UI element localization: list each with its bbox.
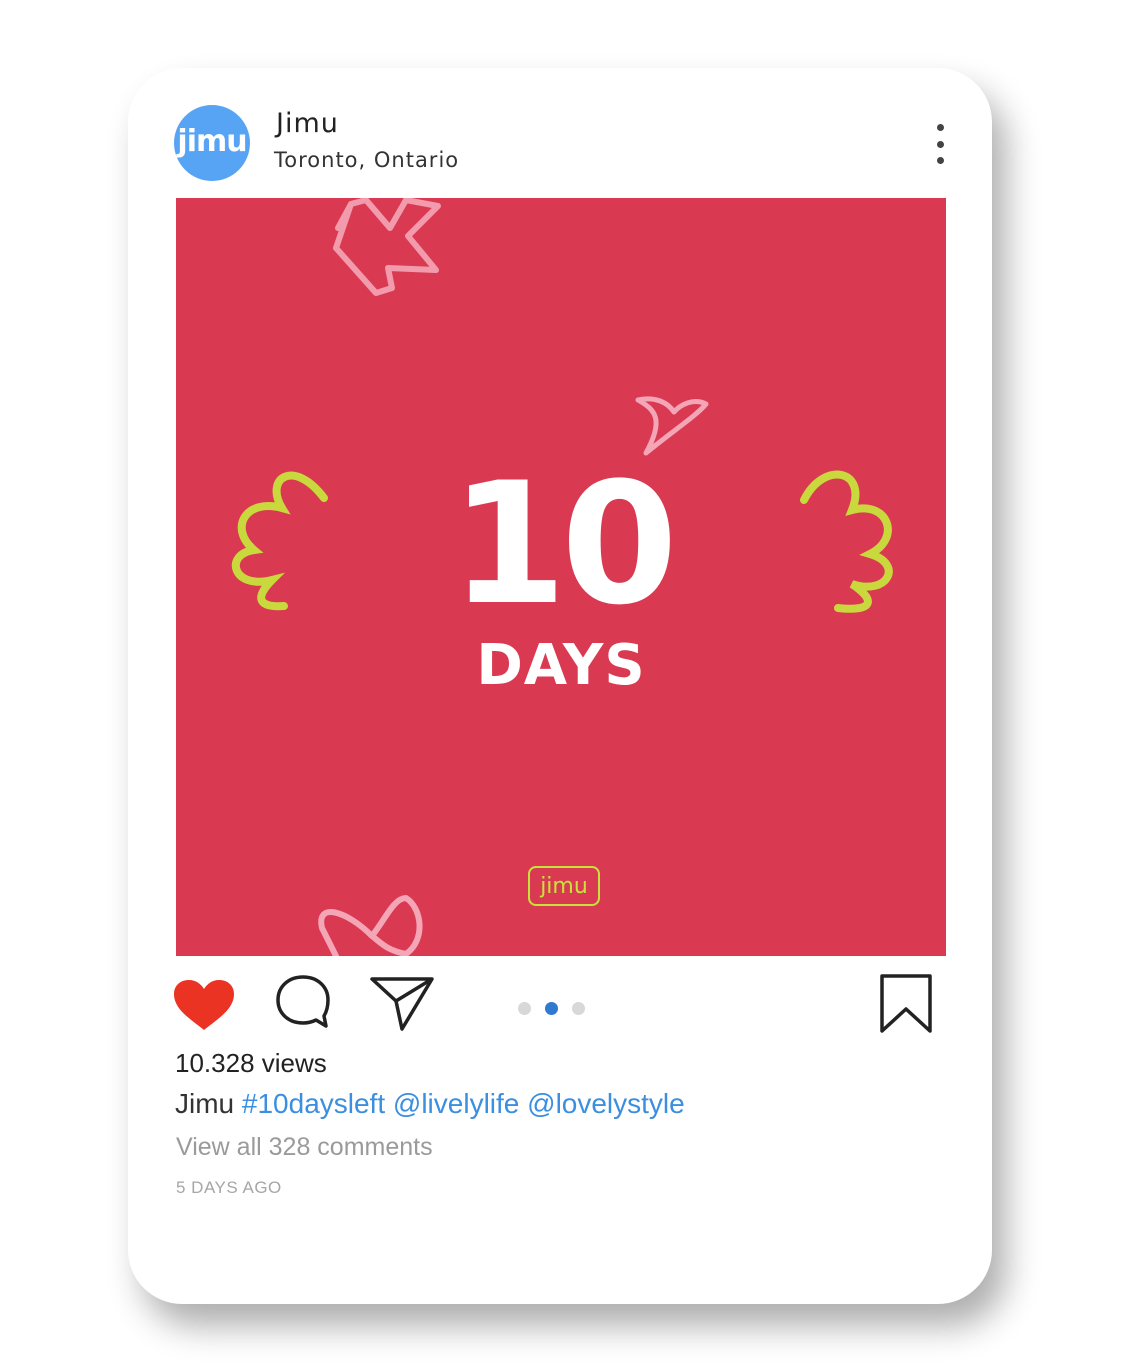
- carousel-dot-active[interactable]: [545, 1002, 558, 1015]
- arrow-doodle-top: [333, 198, 441, 296]
- post-caption: Jimu #10daysleft @livelylife @lovelystyl…: [175, 1088, 685, 1120]
- view-count: 10.328 views: [175, 1048, 327, 1078]
- brand-logo: jimu: [528, 866, 600, 906]
- heart-icon[interactable]: [172, 978, 236, 1032]
- post-username[interactable]: Jimu: [276, 108, 339, 139]
- more-dot: [936, 157, 944, 164]
- post-image[interactable]: 10 DAYS jimu: [176, 198, 946, 956]
- bow-doodle-bottom: [318, 895, 423, 956]
- caption-author[interactable]: Jimu: [175, 1088, 234, 1119]
- more-vertical-icon[interactable]: [930, 124, 950, 164]
- comment-bubble-icon[interactable]: [274, 973, 332, 1031]
- heart-doodle: [635, 396, 709, 456]
- countdown-number: 10: [450, 446, 678, 642]
- post-card: jimu Jimu Toronto, Ontario 10 DAYS jimu: [128, 68, 992, 1304]
- avatar[interactable]: jimu: [174, 105, 250, 181]
- bookmark-icon[interactable]: [878, 973, 934, 1035]
- post-timestamp: 5 DAYS AGO: [176, 1178, 282, 1197]
- carousel-dot[interactable]: [518, 1002, 531, 1015]
- countdown-unit: DAYS: [476, 633, 646, 698]
- more-dot: [936, 140, 944, 148]
- mention-link[interactable]: @lovelystyle: [527, 1088, 685, 1119]
- more-dot: [936, 124, 944, 131]
- post-location[interactable]: Toronto, Ontario: [274, 148, 459, 172]
- paper-plane-icon[interactable]: [368, 973, 436, 1033]
- hashtag-link[interactable]: #10daysleft: [242, 1088, 385, 1119]
- avatar-logo-text: jimu: [177, 123, 247, 159]
- mention-link[interactable]: @livelylife: [393, 1088, 519, 1119]
- carousel-dot[interactable]: [572, 1002, 585, 1015]
- carousel-indicator: [518, 1002, 585, 1015]
- view-comments-link[interactable]: View all 328 comments: [176, 1133, 433, 1162]
